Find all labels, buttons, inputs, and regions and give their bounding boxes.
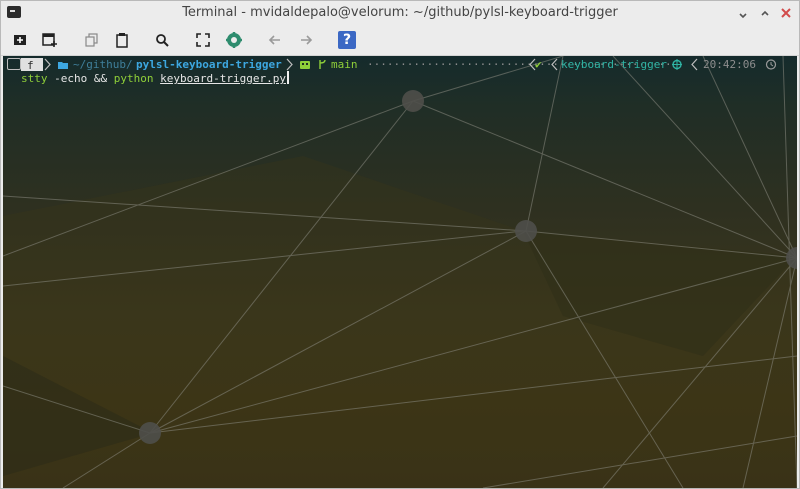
preferences-button[interactable]: [223, 30, 245, 50]
maximize-button[interactable]: [757, 5, 773, 21]
forward-button[interactable]: [295, 30, 317, 50]
maximize-icon: [761, 10, 769, 16]
branch-icon: [317, 58, 327, 71]
new-window-button[interactable]: [39, 30, 61, 50]
prompt-separator-icon: [285, 58, 295, 71]
copy-button[interactable]: [81, 30, 103, 50]
prompt-separator-icon: [43, 58, 53, 71]
prompt-separator-left-icon: [689, 58, 699, 71]
fullscreen-button[interactable]: [192, 30, 214, 50]
help-button[interactable]: ?: [338, 31, 356, 49]
git-branch: main: [331, 58, 358, 71]
command-script: keyboard-trigger.py: [160, 72, 286, 85]
command-stty: stty: [21, 72, 48, 85]
python-icon: [671, 58, 683, 71]
paste-button[interactable]: [111, 30, 133, 50]
fedora-icon: f: [21, 58, 43, 72]
background-network-graphic: [3, 56, 797, 488]
new-tab-icon: [14, 35, 26, 45]
command-line[interactable]: stty -echo && python keyboard-trigger.py: [21, 71, 289, 86]
text-cursor: [286, 71, 289, 84]
window-title: Terminal - mvidaldepalo@velorum: ~/githu…: [182, 5, 618, 20]
close-button[interactable]: [778, 5, 794, 21]
back-button[interactable]: [264, 30, 286, 50]
minimize-button[interactable]: [735, 5, 751, 21]
path-dim: ~/github/: [73, 58, 133, 71]
virtualenv-name: keyboard-trigger: [561, 58, 667, 71]
preferences-icon: [226, 32, 242, 48]
toolbar: ?: [1, 25, 799, 56]
status-ok: ✔: [535, 58, 542, 71]
terminal-window: Terminal - mvidaldepalo@velorum: ~/githu…: [0, 0, 800, 489]
prompt-time: 20:42:06: [703, 58, 756, 71]
paste-icon: [116, 32, 128, 48]
fullscreen-icon: [196, 33, 210, 47]
search-icon: [156, 34, 169, 47]
new-window-icon: [42, 33, 57, 47]
prompt-frame-icon: [7, 58, 21, 70]
title-bar[interactable]: Terminal - mvidaldepalo@velorum: ~/githu…: [1, 1, 799, 25]
minimize-icon: [739, 13, 747, 19]
new-tab-button[interactable]: [9, 30, 31, 50]
copy-icon: [85, 33, 98, 47]
command-args: -echo &&: [47, 72, 114, 85]
prompt-separator-left-icon: [549, 58, 559, 71]
forward-arrow-icon: [301, 35, 313, 45]
svg-text:f: f: [27, 59, 34, 71]
command-python: python: [113, 72, 154, 85]
folder-icon: [57, 58, 69, 71]
clock-icon: [765, 58, 777, 71]
git-icon: [299, 58, 311, 71]
back-arrow-icon: [268, 35, 280, 45]
close-icon: [781, 8, 791, 18]
path-current: pylsl-keyboard-trigger: [136, 58, 282, 71]
terminal-content[interactable]: f ~/github/ pylsl-keyboard-trigger main …: [3, 56, 797, 488]
search-button[interactable]: [151, 30, 173, 50]
